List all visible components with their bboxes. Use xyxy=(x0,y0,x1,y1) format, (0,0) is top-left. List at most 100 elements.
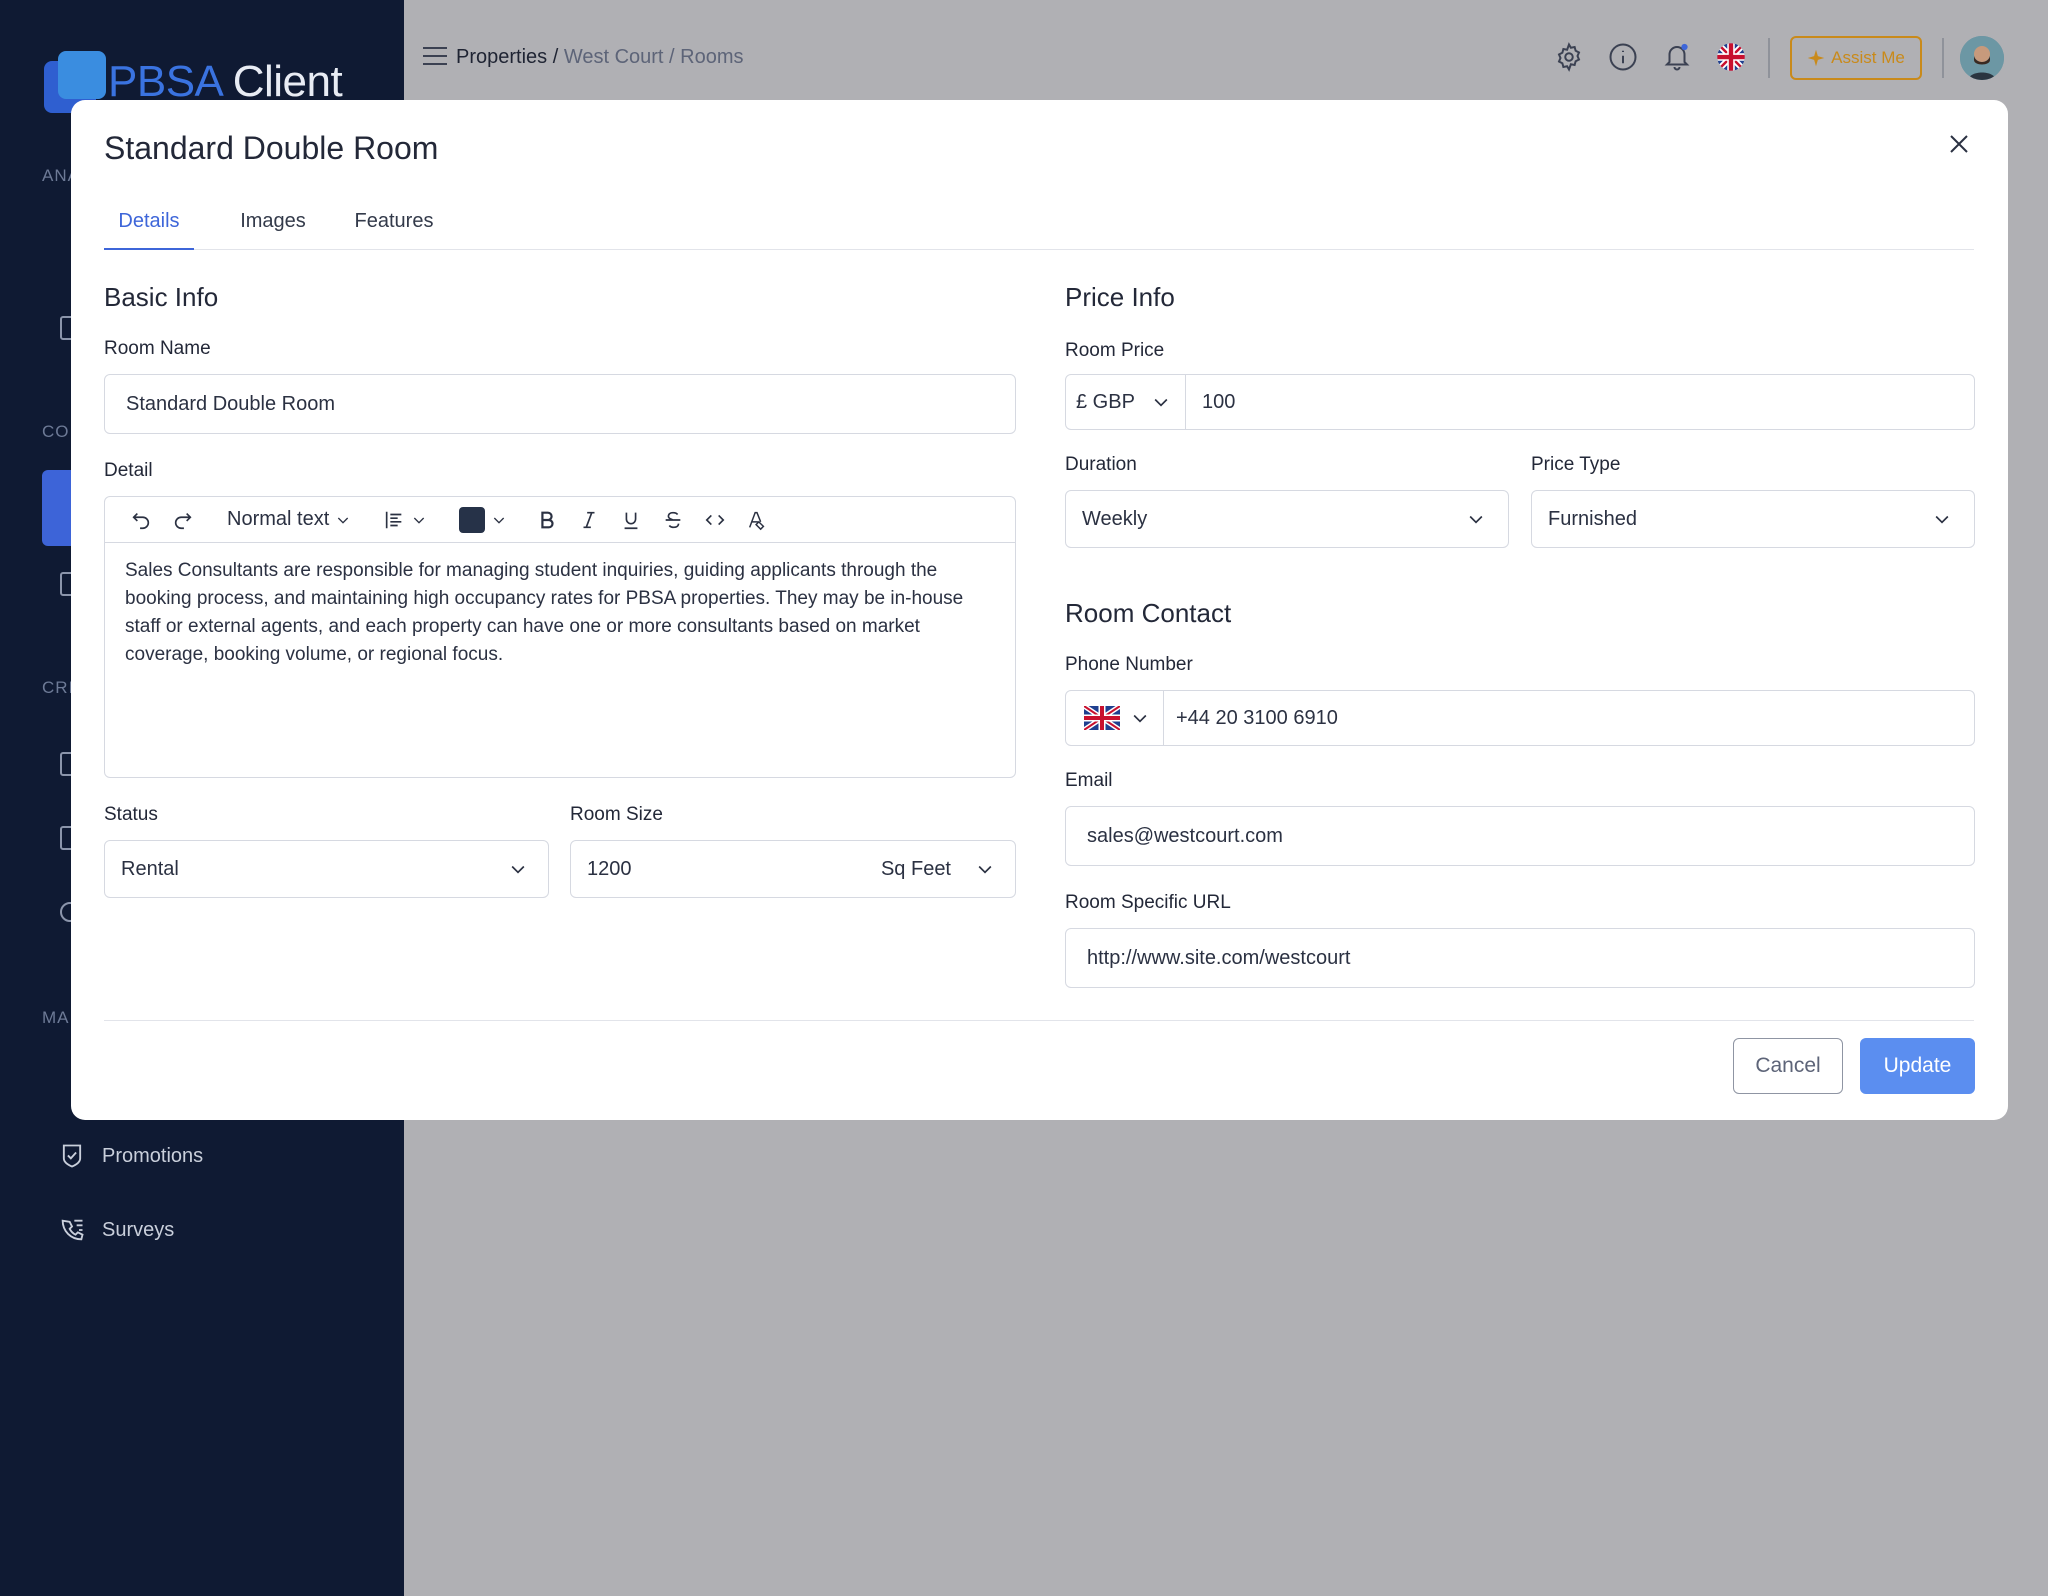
room-url-input[interactable]: http://www.site.com/westcourt xyxy=(1065,928,1975,988)
redo-icon xyxy=(174,512,192,529)
header-divider xyxy=(1942,38,1944,78)
currency-select[interactable]: £ GBP xyxy=(1066,375,1186,429)
phone-number-label: Phone Number xyxy=(1065,654,1193,675)
chevron-down-icon xyxy=(978,865,992,874)
logo-text-client: Client xyxy=(232,57,343,106)
phone-list-icon xyxy=(61,1219,84,1241)
clear-format-button[interactable] xyxy=(741,505,773,535)
code-button[interactable] xyxy=(699,505,731,535)
room-name-value: Standard Double Room xyxy=(126,392,336,415)
sidebar-section-heading: MA xyxy=(42,1008,70,1027)
undo-button[interactable] xyxy=(125,505,157,535)
editor-content[interactable]: Sales Consultants are responsible for ma… xyxy=(105,543,1015,683)
text-color-dropdown[interactable] xyxy=(459,505,507,535)
duration-select[interactable]: Weekly xyxy=(1065,490,1509,548)
underline-icon xyxy=(624,512,638,529)
user-avatar[interactable] xyxy=(1960,36,2004,80)
detail-label: Detail xyxy=(104,460,153,481)
price-info-heading: Price Info xyxy=(1065,282,1175,312)
chevron-down-icon xyxy=(494,517,505,524)
header-divider xyxy=(1768,38,1770,78)
strikethrough-button[interactable] xyxy=(657,505,689,535)
room-size-label: Room Size xyxy=(570,804,663,825)
sidebar-section-heading: CRI xyxy=(42,678,75,697)
italic-button[interactable] xyxy=(573,505,605,535)
tab-details[interactable]: Details xyxy=(104,208,194,250)
update-button[interactable]: Update xyxy=(1860,1038,1975,1094)
gear-icon[interactable] xyxy=(1554,42,1584,72)
room-size-input[interactable]: 1200 Sq Feet xyxy=(570,840,1016,898)
price-type-select[interactable]: Furnished xyxy=(1531,490,1975,548)
email-label: Email xyxy=(1065,770,1113,791)
uk-flag-icon xyxy=(1084,706,1120,730)
bold-icon xyxy=(541,511,554,528)
modal-tabs: Details Images Features xyxy=(104,208,1974,250)
clear-format-icon xyxy=(749,511,765,530)
breadcrumb-properties[interactable]: Properties / xyxy=(456,46,558,68)
room-size-unit-select[interactable]: Sq Feet xyxy=(881,858,995,881)
room-size-unit: Sq Feet xyxy=(880,857,951,880)
room-edit-modal: Standard Double Room Details Images Feat… xyxy=(71,100,2008,1120)
avatar-image-icon xyxy=(1960,36,2004,80)
rich-text-editor[interactable]: Normal text Sales Consultants are respon… xyxy=(104,496,1016,778)
room-url-value: http://www.site.com/westcourt xyxy=(1087,946,1351,969)
tab-images[interactable]: Images xyxy=(228,208,318,250)
sparkle-icon xyxy=(1807,49,1825,67)
duration-label: Duration xyxy=(1065,454,1137,475)
status-label: Status xyxy=(104,804,158,825)
assist-me-button[interactable]: Assist Me xyxy=(1790,36,1922,80)
info-icon[interactable] xyxy=(1608,42,1638,72)
sidebar-item-active[interactable] xyxy=(42,470,72,546)
breadcrumb-current[interactable]: West Court / Rooms xyxy=(564,46,744,68)
room-contact-heading: Room Contact xyxy=(1065,598,1232,628)
phone-number-input[interactable]: +44 20 3100 6910 xyxy=(1164,707,1338,730)
sidebar-item-label: Promotions xyxy=(102,1144,204,1167)
status-select[interactable]: Rental xyxy=(104,840,549,898)
chevron-down-icon xyxy=(414,517,425,524)
email-input[interactable]: sales@westcourt.com xyxy=(1065,806,1975,866)
price-type-value: Furnished xyxy=(1548,507,1637,530)
redo-button[interactable] xyxy=(167,505,199,535)
color-swatch-icon xyxy=(459,506,486,533)
cancel-button[interactable]: Cancel xyxy=(1733,1038,1843,1094)
logo-text-pbsa: PBSA xyxy=(108,57,221,106)
chevron-down-icon xyxy=(1935,515,1949,524)
italic-icon xyxy=(583,511,595,528)
status-value: Rental xyxy=(121,857,179,880)
uk-flag-icon[interactable] xyxy=(1716,42,1746,72)
country-code-select[interactable] xyxy=(1066,691,1164,745)
chevron-down-icon xyxy=(338,517,349,524)
bold-button[interactable] xyxy=(531,505,563,535)
code-icon xyxy=(705,514,725,525)
room-size-value: 1200 xyxy=(587,857,632,880)
undo-icon xyxy=(132,512,150,529)
currency-value: £ GBP xyxy=(1076,390,1135,413)
hamburger-menu-icon[interactable] xyxy=(422,46,448,66)
sidebar-item-promotions[interactable]: Promotions xyxy=(58,1142,203,1170)
alignment-dropdown[interactable] xyxy=(383,505,427,535)
underline-button[interactable] xyxy=(615,505,647,535)
room-price-input-group: £ GBP 100 xyxy=(1065,374,1975,430)
chevron-down-icon xyxy=(1133,714,1147,723)
room-name-input[interactable]: Standard Double Room xyxy=(104,374,1016,434)
shield-check-icon xyxy=(62,1144,82,1168)
room-price-input[interactable]: 100 xyxy=(1186,391,1235,414)
room-url-label: Room Specific URL xyxy=(1065,892,1231,913)
footer-divider xyxy=(104,1020,1974,1021)
room-price-label: Room Price xyxy=(1065,340,1165,361)
close-icon[interactable] xyxy=(1947,132,1971,156)
chevron-down-icon xyxy=(1469,515,1483,524)
room-name-label: Room Name xyxy=(104,338,211,359)
editor-toolbar: Normal text xyxy=(105,497,1015,543)
chevron-down-icon xyxy=(1154,398,1168,407)
chevron-down-icon xyxy=(511,865,525,874)
text-style-dropdown[interactable]: Normal text xyxy=(227,505,351,535)
sidebar-item-surveys[interactable]: Surveys xyxy=(58,1216,174,1244)
tab-features[interactable]: Features xyxy=(344,208,444,250)
email-value: sales@westcourt.com xyxy=(1087,824,1283,847)
basic-info-heading: Basic Info xyxy=(104,282,219,312)
sidebar-item-label: Surveys xyxy=(102,1218,175,1241)
assist-me-label: Assist Me xyxy=(1831,48,1905,67)
bell-notification-icon[interactable] xyxy=(1662,42,1692,72)
align-left-icon xyxy=(386,511,402,528)
